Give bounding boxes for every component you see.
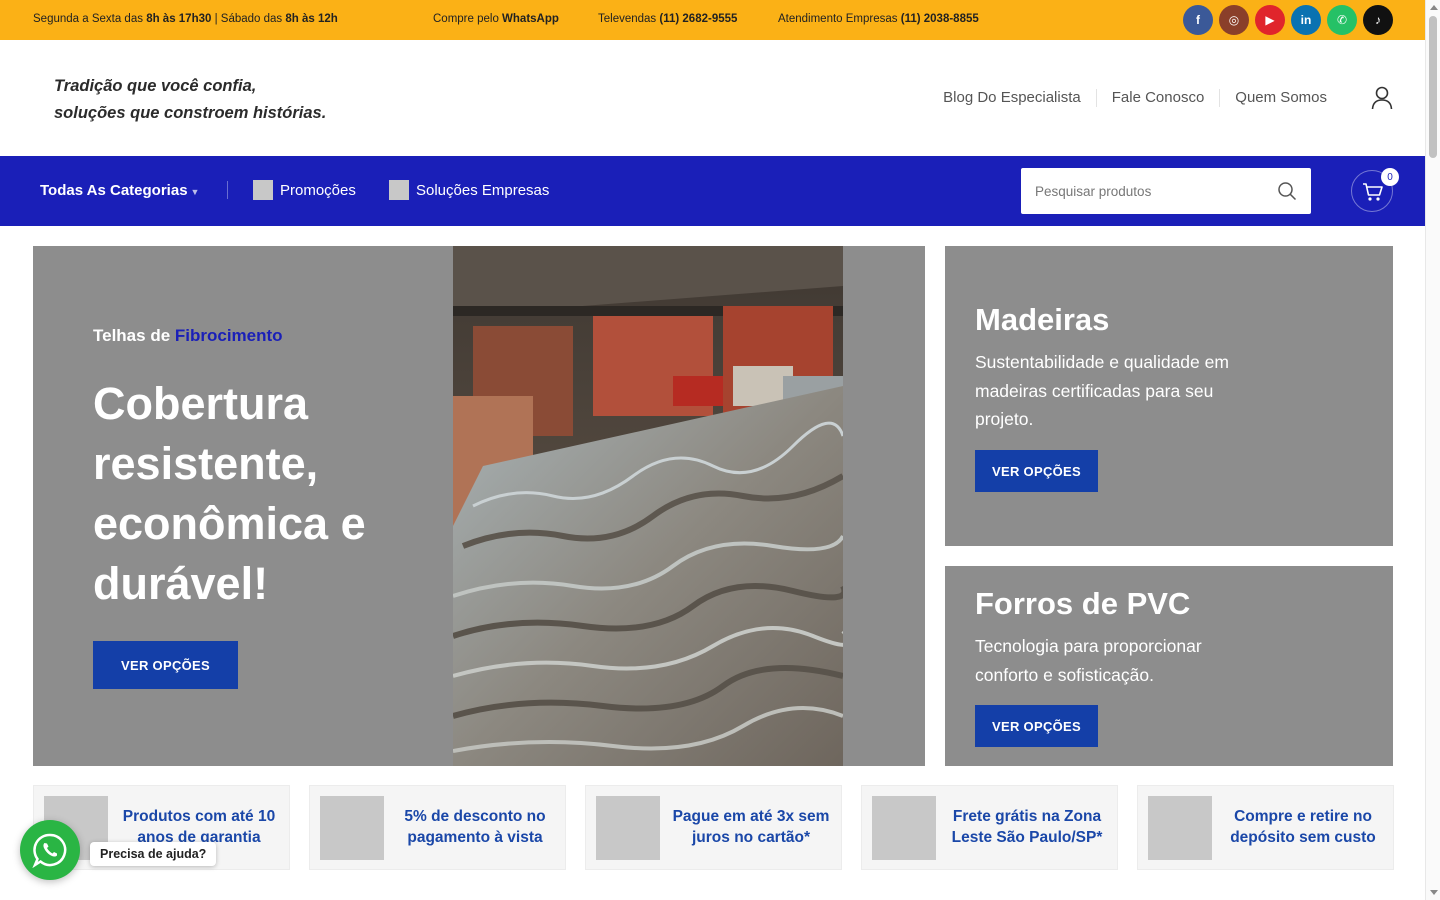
feature-free-shipping: Frete grátis na Zona Leste São Paulo/SP*	[861, 785, 1118, 870]
search-input[interactable]	[1021, 168, 1271, 214]
all-categories-menu[interactable]: Todas As Categorias ▼	[40, 182, 199, 199]
search-box	[1021, 168, 1311, 214]
brand-tagline: Tradição que você confia, soluções que c…	[54, 77, 327, 122]
cart-button[interactable]: 0	[1351, 168, 1399, 212]
hero-kicker: Telhas de Fibrocimento	[93, 326, 283, 345]
nav-business-solutions[interactable]: Soluções Empresas	[389, 180, 549, 200]
facebook-icon[interactable]: f	[1183, 5, 1213, 35]
wood-banner-title: Madeiras	[975, 302, 1110, 337]
help-tooltip[interactable]: Precisa de ajuda?	[90, 842, 217, 866]
opening-hours: Segunda a Sexta das 8h às 17h30 | Sábado…	[33, 13, 338, 25]
feature-image	[320, 796, 384, 860]
header-nav: Blog Do Especialista Fale Conosco Quem S…	[928, 89, 1342, 107]
cart-count-badge: 0	[1381, 168, 1399, 186]
scroll-up-arrow[interactable]	[1430, 5, 1438, 10]
feature-pickup: Compre e retire no depósito sem custo	[1137, 785, 1394, 870]
feature-installments: Pague em até 3x sem juros no cartão*	[585, 785, 842, 870]
youtube-icon[interactable]: ▶	[1255, 5, 1285, 35]
empresas-link[interactable]: Atendimento Empresas (11) 2038-8855	[778, 13, 979, 25]
whatsapp-icon[interactable]: ✆	[1327, 5, 1357, 35]
page-scrollbar[interactable]	[1425, 0, 1440, 900]
business-icon	[389, 180, 409, 200]
instagram-icon[interactable]: ◎	[1219, 5, 1249, 35]
pvc-banner: Forros de PVC Tecnologia para proporcion…	[945, 566, 1393, 766]
nav-contact[interactable]: Fale Conosco	[1095, 89, 1220, 107]
pvc-banner-text: Tecnologia para proporcionar conforto e …	[975, 636, 1202, 685]
feature-discount: 5% de desconto no pagamento à vista	[309, 785, 566, 870]
feature-image	[596, 796, 660, 860]
scrollbar-thumb[interactable]	[1429, 16, 1437, 158]
feature-image	[1148, 796, 1212, 860]
pvc-banner-button[interactable]: VER OPÇÕES	[975, 705, 1098, 747]
feature-image	[872, 796, 936, 860]
social-links: f ◎ ▶ in ✆ ♪	[1183, 5, 1393, 35]
linkedin-icon[interactable]: in	[1291, 5, 1321, 35]
hero-banner: Telhas de Fibrocimento Cobertura resiste…	[33, 246, 925, 766]
wood-banner-button[interactable]: VER OPÇÕES	[975, 450, 1098, 492]
pvc-banner-title: Forros de PVC	[975, 586, 1191, 621]
nav-about[interactable]: Quem Somos	[1219, 89, 1342, 107]
scroll-down-arrow[interactable]	[1430, 890, 1438, 895]
top-bar: Segunda a Sexta das 8h às 17h30 | Sábado…	[0, 0, 1425, 40]
whatsapp-chat-button[interactable]	[20, 820, 80, 880]
nav-promotions[interactable]: Promoções	[253, 180, 356, 200]
tiktok-icon[interactable]: ♪	[1363, 5, 1393, 35]
wood-banner-text: Sustentabilidade e qualidade em madeiras…	[975, 352, 1229, 429]
televendas-link[interactable]: Televendas (11) 2682-9555	[598, 13, 737, 25]
nav-divider	[227, 181, 228, 199]
nav-blog[interactable]: Blog Do Especialista	[928, 89, 1096, 107]
promotions-icon	[253, 180, 273, 200]
roof-tiles-photo	[453, 246, 843, 766]
main-nav: Todas As Categorias ▼ Promoções Soluções …	[0, 156, 1425, 226]
user-icon[interactable]	[1371, 86, 1393, 110]
whatsapp-icon	[32, 833, 67, 868]
wood-banner: Madeiras Sustentabilidade e qualidade em…	[945, 246, 1393, 546]
hero-headline: Cobertura resistente, econômica e duráve…	[93, 378, 366, 609]
site-header: Tradição que você confia, soluções que c…	[0, 40, 1425, 156]
hero-cta-button[interactable]: VER OPÇÕES	[93, 641, 238, 689]
whatsapp-link[interactable]: Compre pelo WhatsApp	[433, 13, 559, 25]
search-icon[interactable]	[1277, 181, 1297, 201]
chevron-down-icon: ▼	[190, 187, 200, 197]
cart-icon	[1363, 183, 1383, 201]
